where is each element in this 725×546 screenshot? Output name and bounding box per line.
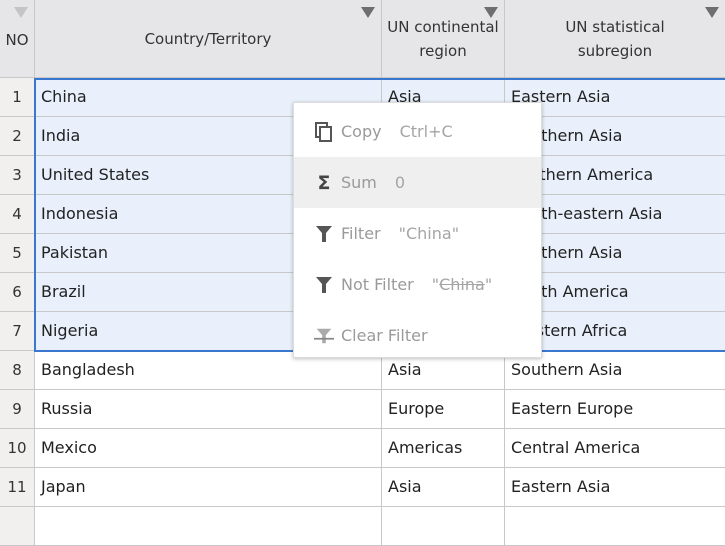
header-label: NO	[5, 30, 29, 49]
menu-item-clear-filter[interactable]: Clear Filter	[294, 310, 541, 361]
copy-icon	[314, 121, 334, 142]
sort-arrow-icon[interactable]	[14, 7, 28, 18]
cell-subregion[interactable]: Eastern Asia	[505, 468, 725, 507]
not-filter-value: "China"	[432, 275, 492, 294]
menu-item-label: Sum	[341, 173, 377, 192]
menu-item-label: Filter	[341, 224, 381, 243]
row-number[interactable]: 2	[0, 117, 35, 156]
cell-region[interactable]: Asia	[382, 468, 505, 507]
cell-country[interactable]: Mexico	[35, 429, 382, 468]
header-label: UN continental region	[387, 17, 499, 60]
context-menu: Copy Ctrl+C Σ Sum 0 Filter "China" Not F…	[293, 102, 542, 358]
filter-icon	[314, 275, 334, 295]
row-number[interactable]: 5	[0, 234, 35, 273]
table-row[interactable]	[0, 507, 725, 546]
row-number[interactable]: 10	[0, 429, 35, 468]
menu-item-label: Not Filter	[341, 275, 414, 294]
sigma-icon: Σ	[317, 171, 331, 194]
cell-country[interactable]	[35, 507, 382, 546]
header-no[interactable]: NO	[0, 0, 35, 78]
filter-dropdown-icon[interactable]	[484, 7, 498, 18]
cell-region[interactable]: Europe	[382, 390, 505, 429]
row-number[interactable]: 3	[0, 156, 35, 195]
sum-value: 0	[394, 173, 406, 192]
menu-item-label: Copy	[341, 122, 382, 141]
row-number[interactable]: 9	[0, 390, 35, 429]
row-number[interactable]: 11	[0, 468, 35, 507]
cell-subregion[interactable]: Central America	[505, 429, 725, 468]
header-region[interactable]: UN continental region	[382, 0, 505, 78]
quote: "	[484, 275, 493, 294]
header-label: UN statistical subregion	[565, 17, 665, 60]
cell-subregion[interactable]	[505, 507, 725, 546]
cell-country[interactable]: Japan	[35, 468, 382, 507]
menu-item-not-filter[interactable]: Not Filter "China"	[294, 259, 541, 310]
filter-icon	[314, 224, 334, 244]
header-country[interactable]: Country/Territory	[35, 0, 382, 78]
cell-subregion[interactable]: Eastern Europe	[505, 390, 725, 429]
row-number[interactable]: 7	[0, 312, 35, 351]
row-number[interactable]: 8	[0, 351, 35, 390]
menu-item-filter[interactable]: Filter "China"	[294, 208, 541, 259]
menu-item-sum[interactable]: Σ Sum 0	[294, 157, 541, 208]
table-row[interactable]: 9 Russia Europe Eastern Europe	[0, 390, 725, 429]
menu-item-copy[interactable]: Copy Ctrl+C	[294, 106, 541, 157]
quote: "	[431, 275, 440, 294]
cell-region[interactable]	[382, 507, 505, 546]
table-row[interactable]: 11 Japan Asia Eastern Asia	[0, 468, 725, 507]
row-number[interactable]: 1	[0, 78, 35, 117]
header-label: Country/Territory	[144, 29, 272, 48]
filter-dropdown-icon[interactable]	[361, 7, 375, 18]
struck-value: China	[439, 275, 485, 294]
row-number[interactable]: 6	[0, 273, 35, 312]
clear-filter-icon	[314, 326, 334, 346]
filter-value: "China"	[398, 224, 460, 243]
cell-region[interactable]: Americas	[382, 429, 505, 468]
filter-dropdown-icon[interactable]	[705, 7, 719, 18]
table-row[interactable]: 10 Mexico Americas Central America	[0, 429, 725, 468]
row-number[interactable]	[0, 507, 35, 546]
row-number[interactable]: 4	[0, 195, 35, 234]
menu-item-label: Clear Filter	[341, 326, 428, 345]
shortcut-label: Ctrl+C	[399, 122, 453, 141]
header-subregion[interactable]: UN statistical subregion	[505, 0, 725, 78]
cell-country[interactable]: Russia	[35, 390, 382, 429]
